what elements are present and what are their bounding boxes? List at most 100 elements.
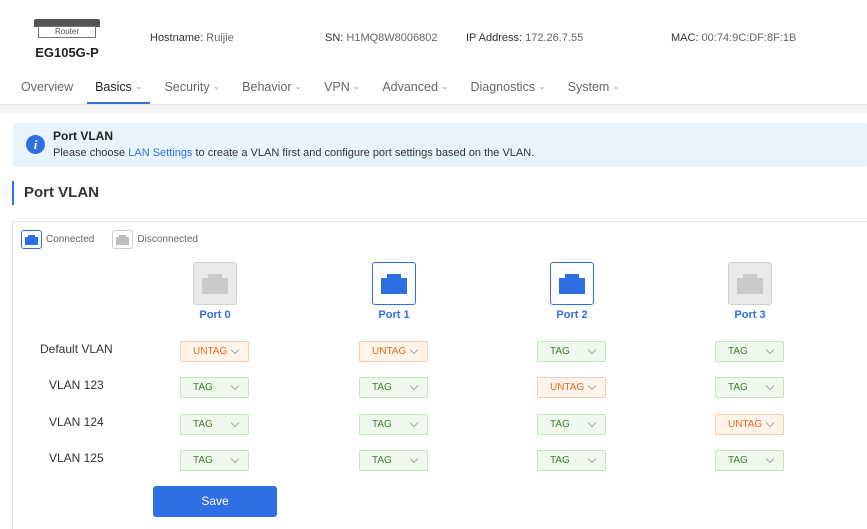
ip-label: IP Address: — [466, 32, 523, 44]
chevron-down-icon — [230, 381, 240, 391]
sn-info: SN: H1MQ8W8006802 — [325, 32, 438, 44]
vlan-mode-value: TAG — [193, 455, 213, 466]
chevron-down-icon — [587, 345, 597, 355]
top-header: Router EG105G-P Hostname: Ruijie SN: H1M… — [0, 0, 867, 105]
chevron-down-icon: ⌄ — [352, 81, 361, 91]
port-1: Port 1 — [364, 262, 424, 321]
device-info: Router EG105G-P — [33, 19, 101, 60]
nav-overview-label: Overview — [21, 80, 74, 94]
chevron-down-icon — [230, 454, 240, 464]
chevron-down-icon: ⌄ — [440, 81, 449, 91]
vlan-mode-value: TAG — [728, 346, 748, 357]
save-button[interactable]: Save — [153, 486, 277, 517]
nav-overview[interactable]: Overview — [13, 72, 81, 104]
vlan-mode-select[interactable]: TAG — [715, 341, 784, 362]
mac-label: MAC: — [671, 32, 699, 44]
port-2: Port 2 — [542, 262, 602, 321]
chevron-down-icon — [587, 381, 597, 391]
mac-value: 00:74:9C:DF:8F:1B — [701, 32, 797, 44]
chevron-down-icon — [765, 381, 775, 391]
nav-diagnostics[interactable]: Diagnostics ⌄ — [462, 72, 553, 104]
vlan-mode-select[interactable]: TAG — [359, 414, 428, 435]
vlan-mode-select[interactable]: TAG — [715, 377, 784, 398]
vlan-row-label: VLAN 125 — [49, 451, 104, 465]
ip-info: IP Address: 172.26.7.55 — [466, 32, 583, 44]
nav-basics-label: Basics — [95, 80, 132, 94]
nav-behavior[interactable]: Behavior ⌄ — [234, 72, 310, 104]
vlan-mode-value: UNTAG — [550, 382, 585, 393]
nav-security[interactable]: Security ⌄ — [156, 72, 228, 104]
nav-behavior-label: Behavior — [242, 80, 292, 94]
vlan-mode-select[interactable]: TAG — [537, 450, 606, 471]
vlan-mode-value: TAG — [372, 455, 392, 466]
vlan-mode-value: TAG — [372, 419, 392, 430]
sn-value: H1MQ8W8006802 — [346, 32, 438, 44]
chevron-down-icon: ⌄ — [134, 81, 143, 91]
router-icon: Router — [34, 19, 100, 39]
chevron-down-icon — [230, 345, 240, 355]
vlan-mode-select[interactable]: TAG — [180, 414, 249, 435]
vlan-mode-select[interactable]: UNTAG — [715, 414, 784, 435]
nav-diagnostics-label: Diagnostics — [470, 80, 536, 94]
vlan-mode-select[interactable]: UNTAG — [537, 377, 606, 398]
alert-text-after: to create a VLAN first and configure por… — [195, 147, 535, 159]
vlan-row-label: VLAN 123 — [49, 378, 104, 392]
vlan-mode-select[interactable]: TAG — [180, 450, 249, 471]
chevron-down-icon — [765, 454, 775, 464]
vlan-mode-value: TAG — [728, 455, 748, 466]
vlan-mode-select[interactable]: UNTAG — [359, 341, 428, 362]
vlan-mode-select[interactable]: TAG — [537, 414, 606, 435]
nav-system[interactable]: System ⌄ — [560, 72, 628, 104]
chevron-down-icon — [587, 418, 597, 428]
port-3: Port 3 — [720, 262, 780, 321]
lan-settings-link[interactable]: LAN Settings — [128, 147, 192, 159]
vlan-mode-select[interactable]: TAG — [359, 450, 428, 471]
vlan-mode-select[interactable]: TAG — [537, 341, 606, 362]
port-2-label: Port 2 — [556, 309, 588, 321]
ethernet-port-icon — [372, 262, 416, 305]
chevron-down-icon — [409, 345, 419, 355]
info-alert: i Port VLAN Please choose LAN Settings t… — [13, 123, 867, 167]
nav-advanced[interactable]: Advanced ⌄ — [374, 72, 456, 104]
nav-system-label: System — [567, 80, 610, 94]
port-1-label: Port 1 — [378, 309, 410, 321]
vlan-mode-select[interactable]: UNTAG — [180, 341, 249, 362]
vlan-mode-value: TAG — [550, 455, 570, 466]
vlan-mode-value: UNTAG — [372, 346, 407, 357]
ethernet-port-icon — [728, 262, 772, 305]
port-vlan-panel: Connected Disconnected Port 0 Port 1 Por… — [12, 221, 867, 529]
hostname-value: Ruijie — [206, 32, 234, 44]
vlan-mode-select[interactable]: TAG — [715, 450, 784, 471]
sn-label: SN: — [325, 32, 344, 44]
info-icon: i — [26, 135, 45, 154]
legend-disconnected-label: Disconnected — [137, 234, 198, 245]
vlan-mode-value: UNTAG — [728, 419, 763, 430]
vlan-mode-select[interactable]: TAG — [180, 377, 249, 398]
chevron-down-icon: ⌄ — [294, 81, 303, 91]
vlan-row-label: Default VLAN — [40, 342, 113, 356]
section-title: Port VLAN — [12, 181, 99, 205]
chevron-down-icon — [409, 381, 419, 391]
chevron-down-icon: ⌄ — [212, 81, 221, 91]
chevron-down-icon — [230, 418, 240, 428]
ethernet-port-icon — [193, 262, 237, 305]
hostname-info: Hostname: Ruijie — [150, 32, 234, 44]
connected-port-icon — [21, 230, 42, 249]
vlan-mode-select[interactable]: TAG — [359, 377, 428, 398]
vlan-mode-value: UNTAG — [193, 346, 228, 357]
hostname-label: Hostname: — [150, 32, 204, 44]
main-nav: Overview Basics ⌄ Security ⌄ Behavior ⌄ VPN… — [13, 72, 634, 104]
device-model: EG105G-P — [35, 45, 99, 60]
legend: Connected Disconnected — [21, 230, 216, 249]
nav-vpn[interactable]: VPN ⌄ — [316, 72, 368, 104]
vlan-mode-value: TAG — [728, 382, 748, 393]
router-icon-label: Router — [38, 26, 96, 38]
alert-text: Please choose LAN Settings to create a V… — [53, 147, 534, 159]
nav-advanced-label: Advanced — [382, 80, 438, 94]
legend-connected-label: Connected — [46, 234, 95, 245]
alert-title: Port VLAN — [53, 129, 113, 143]
vlan-mode-value: TAG — [550, 419, 570, 430]
nav-security-label: Security — [164, 80, 210, 94]
port-3-label: Port 3 — [734, 309, 766, 321]
nav-basics[interactable]: Basics ⌄ — [87, 72, 151, 104]
